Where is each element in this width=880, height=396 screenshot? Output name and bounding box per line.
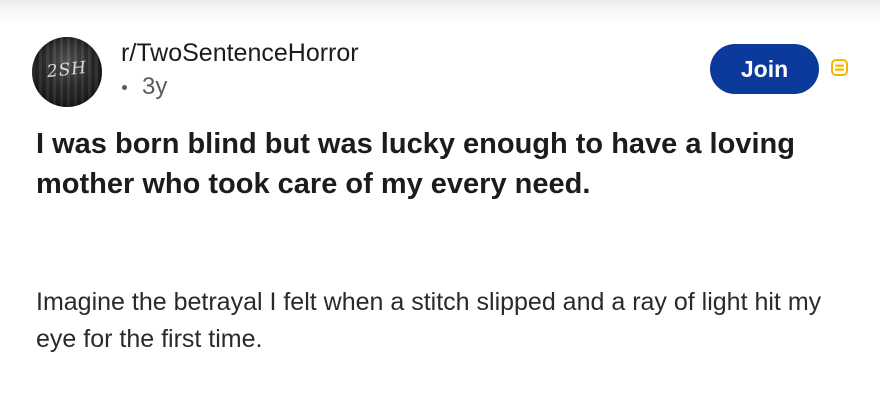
- meta-separator-dot: [122, 84, 127, 90]
- post-card[interactable]: 2SH r/TwoSentenceHorror 3y Join I was bo…: [0, 0, 880, 396]
- join-button[interactable]: Join: [710, 44, 819, 94]
- subreddit-name[interactable]: r/TwoSentenceHorror: [121, 38, 359, 68]
- subreddit-avatar[interactable]: 2SH: [32, 37, 102, 107]
- post-age: 3y: [142, 73, 168, 100]
- mod-badge-icon[interactable]: [831, 59, 848, 76]
- post-body: Imagine the betrayal I felt when a stitc…: [36, 288, 822, 353]
- post-title[interactable]: I was born blind but was lucky enough to…: [36, 124, 796, 204]
- post-meta: 3y: [122, 72, 167, 102]
